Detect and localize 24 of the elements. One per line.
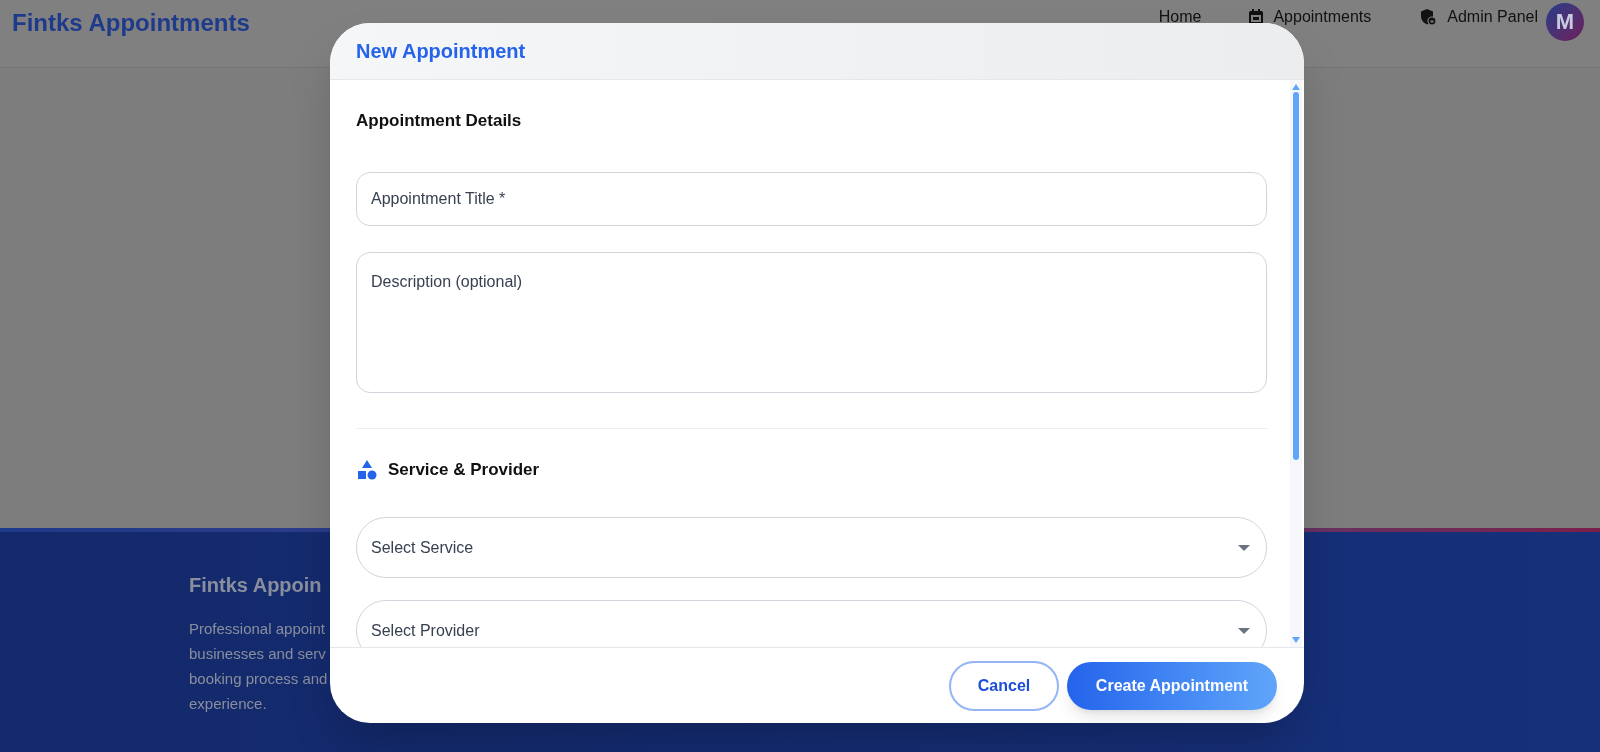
shield-icon: [1419, 7, 1438, 26]
section-heading: Service & Provider: [388, 459, 540, 482]
avatar[interactable]: M: [1546, 2, 1584, 41]
footer-text: Professional appoint: [189, 619, 326, 639]
title-field[interactable]: Appointment Title *: [356, 172, 1267, 226]
create-button[interactable]: Create Appointment: [1067, 661, 1277, 710]
footer-text: businesses and serv: [189, 644, 327, 664]
footer-text: experience.: [189, 694, 268, 714]
select-field[interactable]: Select Service: [356, 517, 1267, 578]
nav-link[interactable]: Appointments: [1249, 4, 1372, 29]
modal-title: New Appointment: [356, 39, 526, 64]
scrollbar-thumb[interactable]: [1293, 92, 1299, 460]
nav-link[interactable]: Admin Panel: [1419, 4, 1538, 29]
brand-title[interactable]: Fintks Appointments: [12, 4, 250, 41]
footer-title: Fintks Appoin: [189, 573, 323, 598]
footer-text: booking process and: [189, 669, 329, 689]
cancel-button[interactable]: Cancel: [949, 660, 1059, 711]
description-field[interactable]: Description (optional): [356, 252, 1267, 393]
scroll-up-icon[interactable]: [1292, 84, 1300, 90]
dropdown-caret-icon: [1238, 628, 1250, 634]
section-heading: Appointment Details: [356, 110, 522, 133]
scroll-down-icon[interactable]: [1292, 637, 1300, 643]
scrollbar[interactable]: [1290, 80, 1302, 647]
dropdown-caret-icon: [1238, 545, 1250, 551]
